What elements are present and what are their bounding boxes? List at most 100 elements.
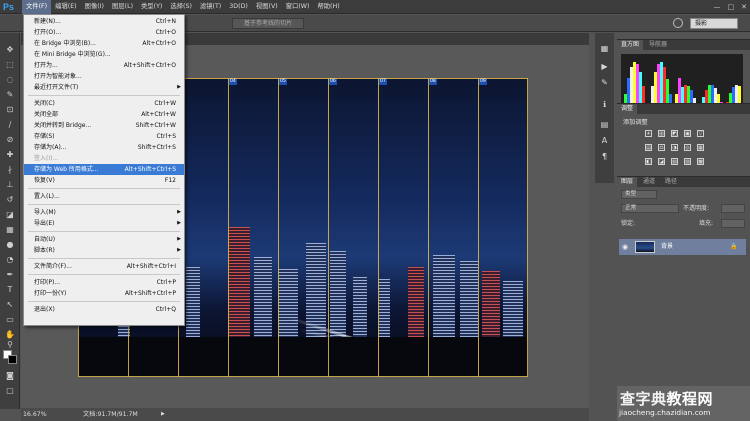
character-panel-icon[interactable]: A xyxy=(599,135,610,146)
file-menu-item[interactable]: 存储为 Web 所用格式... Alt+Shift+Ctrl+S xyxy=(24,164,184,175)
menu-8[interactable]: 视图(V) xyxy=(252,0,282,14)
menu-9[interactable]: 窗口(W) xyxy=(282,0,314,14)
zoom-level[interactable]: 16.67% xyxy=(23,408,47,421)
properties-panel-icon[interactable]: ▤ xyxy=(599,119,610,130)
maximize-icon[interactable]: □ xyxy=(728,2,735,12)
file-menu-item[interactable]: 置入(L)... xyxy=(24,191,184,202)
file-menu-item[interactable]: 最近打开文件(T) ▶ xyxy=(24,82,184,93)
history-brush-icon[interactable]: ↺ xyxy=(4,195,16,205)
quick-select-tool-icon[interactable]: ✎ xyxy=(4,90,16,100)
adjustment-icon[interactable]: ⚖ xyxy=(658,144,665,151)
adjustment-icon[interactable]: ◪ xyxy=(658,158,665,165)
type-tool-icon[interactable]: T xyxy=(4,285,16,295)
menu-0[interactable]: 文件(F) xyxy=(22,0,52,14)
adjustment-icon[interactable]: ▽ xyxy=(697,130,704,137)
brush-tool-icon[interactable]: ∤ xyxy=(4,165,16,175)
adjustment-icon[interactable]: ▥ xyxy=(658,130,665,137)
menu-1[interactable]: 编辑(E) xyxy=(51,0,81,14)
file-menu-item[interactable]: 自动(U) ▶ xyxy=(24,234,184,245)
path-selection-icon[interactable]: ↖ xyxy=(4,300,16,310)
file-menu-item[interactable]: 打开为... Alt+Shift+Ctrl+O xyxy=(24,60,184,71)
history-panel-icon[interactable]: ▦ xyxy=(599,43,610,54)
layer-kind-filter[interactable]: 类型 xyxy=(621,190,657,199)
adjustment-icon[interactable]: ◩ xyxy=(671,130,678,137)
file-menu-item[interactable]: 关闭(C) Ctrl+W xyxy=(24,98,184,109)
lasso-tool-icon[interactable]: ◌ xyxy=(4,75,16,85)
file-menu-item[interactable]: 打开为智能对象... xyxy=(24,71,184,82)
screen-mode-icon[interactable]: ▢ xyxy=(4,386,16,396)
file-menu-item[interactable]: 导入(M) ▶ xyxy=(24,207,184,218)
adjustment-icon[interactable]: ▩ xyxy=(697,158,704,165)
tab-histogram[interactable]: 直方图 xyxy=(617,40,644,50)
close-icon[interactable]: ✕ xyxy=(741,2,747,12)
layer-row-background[interactable]: ◉ 背景 🔒 xyxy=(619,239,746,255)
slice-guide[interactable] xyxy=(328,78,329,377)
tab-navigator[interactable]: 导航器 xyxy=(645,40,671,50)
file-menu-item[interactable]: 打印一份(Y) Alt+Shift+Ctrl+P xyxy=(24,288,184,299)
tab-layers[interactable]: 图层 xyxy=(617,177,638,187)
file-menu-item[interactable]: 打开(O)... Ctrl+O xyxy=(24,27,184,38)
adjustment-icon[interactable]: ▤ xyxy=(645,144,652,151)
adjustment-icon[interactable]: ▦ xyxy=(697,144,704,151)
menu-10[interactable]: 帮助(H) xyxy=(313,0,343,14)
blur-tool-icon[interactable]: ● xyxy=(4,240,16,250)
gradient-tool-icon[interactable]: ▦ xyxy=(4,225,16,235)
file-menu-item[interactable]: 打印(P)... Ctrl+P xyxy=(24,277,184,288)
file-menu-item[interactable]: 关闭全部 Alt+Ctrl+W xyxy=(24,109,184,120)
file-menu-item[interactable]: 脚本(R) ▶ xyxy=(24,245,184,256)
file-menu-item[interactable]: 存储(S) Ctrl+S xyxy=(24,131,184,142)
adjustment-icon[interactable]: ◑ xyxy=(671,144,678,151)
slice-guide[interactable] xyxy=(278,78,279,377)
fill-field[interactable] xyxy=(721,219,745,228)
adjustment-icon[interactable]: ▧ xyxy=(671,158,678,165)
eye-icon[interactable]: ◉ xyxy=(622,243,628,251)
workspace-select[interactable]: 摄影 xyxy=(690,18,738,29)
move-tool-icon[interactable]: ✥ xyxy=(4,45,16,55)
paragraph-panel-icon[interactable]: ¶ xyxy=(599,151,610,162)
slice-guide[interactable] xyxy=(428,78,429,377)
menu-3[interactable]: 图层(L) xyxy=(108,0,137,14)
crop-tool-icon[interactable]: ⊡ xyxy=(4,105,16,115)
file-menu-item[interactable]: 存储为(A)... Shift+Ctrl+S xyxy=(24,142,184,153)
file-menu-item[interactable]: 在 Bridge 中浏览(B)... Alt+Ctrl+O xyxy=(24,38,184,49)
adjustment-icon[interactable]: ◧ xyxy=(645,158,652,165)
slice-tool-icon[interactable]: ∕ xyxy=(4,120,16,130)
file-menu-item[interactable]: 恢复(V) F12 xyxy=(24,175,184,186)
blend-mode-select[interactable]: 正常 xyxy=(621,204,679,213)
tab-paths[interactable]: 路径 xyxy=(661,177,681,187)
menu-5[interactable]: 选择(S) xyxy=(166,0,196,14)
background-color-swatch[interactable] xyxy=(8,355,17,364)
slice-guide[interactable] xyxy=(527,78,528,377)
slice-guide[interactable] xyxy=(378,78,379,377)
minimize-icon[interactable]: — xyxy=(714,2,721,12)
menu-2[interactable]: 图像(I) xyxy=(81,0,108,14)
file-menu-item[interactable]: 新建(N)... Ctrl+N xyxy=(24,16,184,27)
hand-tool-icon[interactable]: ✋ xyxy=(4,330,16,340)
clone-stamp-icon[interactable]: ⊥ xyxy=(4,180,16,190)
pen-tool-icon[interactable]: ✒ xyxy=(4,270,16,280)
adjustment-icon[interactable]: ◎ xyxy=(684,144,691,151)
menu-7[interactable]: 3D(D) xyxy=(225,0,252,14)
tab-adjustments[interactable]: 调整 xyxy=(617,104,638,114)
tab-channels[interactable]: 通道 xyxy=(639,177,659,187)
opacity-field[interactable] xyxy=(721,204,745,213)
search-icon[interactable] xyxy=(673,18,683,28)
slice-guide[interactable] xyxy=(478,78,479,377)
info-panel-icon[interactable]: ℹ xyxy=(599,99,610,110)
file-menu-item[interactable]: 文件简介(F)... Alt+Shift+Ctrl+I xyxy=(24,261,184,272)
eyedropper-tool-icon[interactable]: ⊘ xyxy=(4,135,16,145)
file-menu-item[interactable]: 退出(X) Ctrl+Q xyxy=(24,304,184,315)
file-menu-item[interactable]: 关闭并转到 Bridge... Shift+Ctrl+W xyxy=(24,120,184,131)
dodge-tool-icon[interactable]: ◔ xyxy=(4,255,16,265)
slices-from-guides-button[interactable]: 基于参考线的切片 xyxy=(232,18,304,29)
menu-4[interactable]: 类型(Y) xyxy=(137,0,166,14)
slice-guide-horizontal[interactable] xyxy=(78,376,528,377)
quick-mask-icon[interactable]: ◙ xyxy=(4,371,16,381)
status-menu-arrow-icon[interactable]: ▶ xyxy=(161,408,165,421)
slice-guide[interactable] xyxy=(228,78,229,377)
adjustment-icon[interactable]: ☀ xyxy=(645,130,652,137)
zoom-tool-icon[interactable]: ⚲ xyxy=(4,340,16,350)
adjustment-icon[interactable]: ▨ xyxy=(684,158,691,165)
healing-brush-icon[interactable]: ✚ xyxy=(4,150,16,160)
eraser-tool-icon[interactable]: ◪ xyxy=(4,210,16,220)
